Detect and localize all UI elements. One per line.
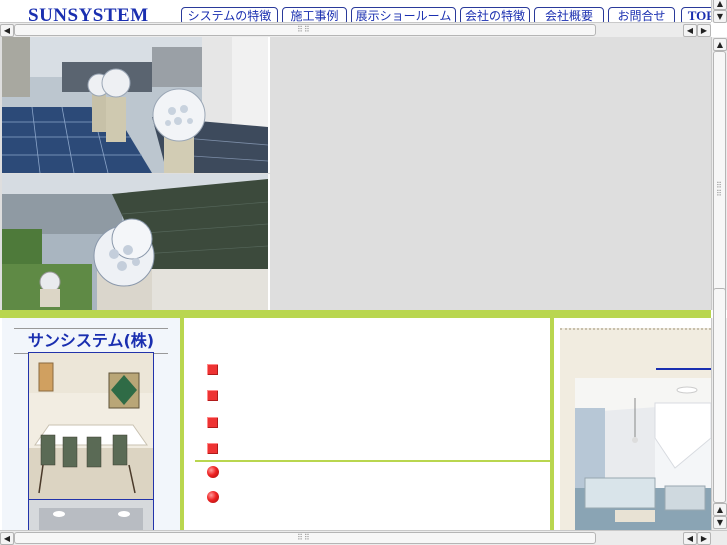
red-square-bullet-icon <box>207 417 218 428</box>
red-round-bullet-icon <box>207 466 219 478</box>
scroll-left-icon[interactable]: ◀ <box>683 532 697 545</box>
nav-top[interactable]: TOP <box>681 7 711 22</box>
nav-construction-examples[interactable]: 施工事例 <box>282 7 347 22</box>
scroll-left-icon[interactable]: ◀ <box>0 532 14 545</box>
scroll-up-icon[interactable]: ▲ <box>713 38 727 51</box>
hero-frame-vscrollbar[interactable]: ▲ ⠿ ⠿ <box>711 37 727 325</box>
scroll-up-icon[interactable]: ▲ <box>713 0 727 10</box>
hscroll-thumb[interactable]: ⠿⠿ <box>14 532 596 544</box>
interior-living-room-photo[interactable] <box>575 378 711 530</box>
grip-icon: ⠿⠿ <box>716 181 723 198</box>
top-frame-vscrollbar[interactable]: ▲ ▼ <box>711 0 727 23</box>
grip-icon: ⠿⠿ <box>297 25 311 34</box>
rooftop-solar-photo <box>2 37 270 173</box>
top-frame-hscrollbar[interactable]: ◀ ⠿⠿ ◀ ▶ <box>0 22 711 37</box>
hscroll-thumb[interactable]: ⠿⠿ <box>14 24 596 36</box>
scroll-up-icon[interactable]: ▲ <box>713 503 727 516</box>
lower-frame-vscrollbar[interactable]: ▲ ▼ <box>711 288 727 530</box>
grip-icon: ⠿⠿ <box>297 533 311 542</box>
company-name: サンシステム(株) <box>14 328 168 354</box>
red-square-bullet-icon <box>207 364 218 375</box>
red-square-bullet-icon <box>207 390 218 401</box>
nav-contact[interactable]: お問合せ <box>608 7 675 22</box>
red-square-bullet-icon <box>207 443 218 454</box>
hero-frame <box>0 37 711 310</box>
scroll-right-icon[interactable]: ▶ <box>697 532 711 545</box>
sidebar: サンシステム(株) <box>2 318 180 541</box>
top-frame: SUNSYSTEM システムの特徴 施工事例 展示ショールーム 会社の特徴 会社… <box>0 0 711 22</box>
red-round-bullet-icon <box>207 491 219 503</box>
scroll-down-icon[interactable]: ▼ <box>713 516 727 529</box>
vscroll-thumb[interactable]: ⠿ ⠿ <box>713 51 726 325</box>
skylight-dome-photo <box>2 174 270 310</box>
scroll-left-icon[interactable]: ◀ <box>683 24 697 37</box>
green-divider <box>0 310 711 318</box>
main-content <box>184 318 550 530</box>
scroll-right-icon[interactable]: ▶ <box>697 24 711 37</box>
scroll-down-icon[interactable]: ▼ <box>713 10 727 23</box>
site-logo[interactable]: SUNSYSTEM <box>28 5 149 22</box>
nav-showroom[interactable]: 展示ショールーム <box>351 7 456 22</box>
scroll-left-icon[interactable]: ◀ <box>0 24 14 37</box>
showroom-dining-photo[interactable] <box>28 352 154 500</box>
nav-company-profile[interactable]: 会社概要 <box>534 7 604 22</box>
nav-system-features[interactable]: システムの特徴 <box>181 7 278 22</box>
bottom-hscrollbar[interactable]: ◀ ⠿⠿ ◀ ▶ <box>0 530 727 545</box>
link-underline <box>656 368 711 370</box>
vscroll-thumb[interactable] <box>713 288 726 503</box>
section-divider <box>195 460 550 462</box>
right-panel <box>554 318 711 530</box>
nav-company-features[interactable]: 会社の特徴 <box>460 7 530 22</box>
